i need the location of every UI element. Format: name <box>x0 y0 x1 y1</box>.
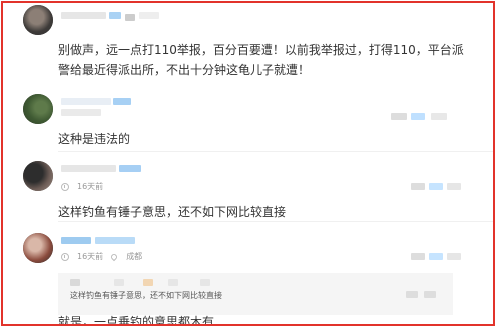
username-mosaic <box>61 109 101 116</box>
comment-meta: 16天前 <box>61 181 103 192</box>
quoted-comment[interactable]: 这样钓鱼有锤子意思，还不如下网比较直接 <box>58 273 453 315</box>
quoted-username-mosaic <box>168 279 178 286</box>
screenshot-frame: 别做声，远一点打110举报，百分百要遭！以前我举报过，打得110，平台派警给最近… <box>1 1 495 326</box>
comment-time: 16天前 <box>77 252 104 261</box>
avatar[interactable] <box>23 233 53 263</box>
comment-meta: 16天前 成都 <box>61 251 142 262</box>
quoted-username-mosaic <box>200 279 210 286</box>
more-action-mosaic[interactable] <box>447 253 461 260</box>
username-mosaic <box>113 98 131 105</box>
divider <box>58 221 493 222</box>
username-mosaic <box>125 14 135 21</box>
username-mosaic[interactable] <box>61 237 91 244</box>
quoted-username-mosaic <box>70 279 80 286</box>
avatar[interactable] <box>23 161 53 191</box>
clock-icon <box>61 182 69 191</box>
like-action-mosaic[interactable] <box>429 183 443 190</box>
username-mosaic[interactable] <box>61 98 111 105</box>
comment-time: 16天前 <box>77 182 104 191</box>
quoted-text: 这样钓鱼有锤子意思，还不如下网比较直接 <box>70 291 222 300</box>
avatar[interactable] <box>23 5 53 35</box>
reply-action-mosaic[interactable] <box>391 113 407 120</box>
username-mosaic <box>109 12 121 19</box>
location-icon <box>109 252 119 261</box>
username-mosaic[interactable] <box>61 165 116 172</box>
like-action-mosaic[interactable] <box>411 113 425 120</box>
quoted-username-mosaic <box>114 279 124 286</box>
comment-text: 这样钓鱼有锤子意思，还不如下网比较直接 <box>58 205 287 219</box>
clock-icon <box>61 252 69 261</box>
username-mosaic[interactable] <box>61 12 106 19</box>
comment-location: 成都 <box>126 252 143 261</box>
quoted-action-mosaic[interactable] <box>424 291 436 298</box>
quoted-action-mosaic[interactable] <box>406 291 418 298</box>
comment-text: 就是，一点垂钓的意思都木有 <box>58 315 215 326</box>
username-mosaic <box>139 12 159 19</box>
divider <box>58 151 493 152</box>
comment-text: 别做声，远一点打110举报，百分百要遭！以前我举报过，打得110，平台派警给最近… <box>58 43 464 77</box>
reply-action-mosaic[interactable] <box>411 253 425 260</box>
quoted-username-mosaic <box>143 279 153 286</box>
avatar[interactable] <box>23 94 53 124</box>
like-action-mosaic[interactable] <box>429 253 443 260</box>
comment-text: 这种是违法的 <box>58 132 131 146</box>
username-mosaic <box>95 237 135 244</box>
username-mosaic <box>119 165 141 172</box>
more-action-mosaic[interactable] <box>447 183 461 190</box>
reply-action-mosaic[interactable] <box>411 183 425 190</box>
more-action-mosaic[interactable] <box>431 113 447 120</box>
